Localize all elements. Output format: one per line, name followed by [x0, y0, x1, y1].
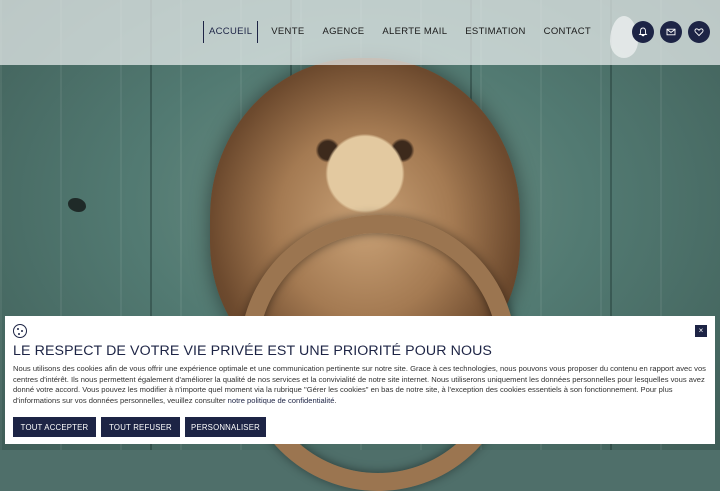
cookie-banner: × LE RESPECT DE VOTRE VIE PRIVÉE EST UNE… — [5, 316, 715, 444]
mail-button[interactable] — [660, 21, 682, 43]
site-header: ACCUEIL VENTE AGENCE ALERTE MAIL ESTIMAT… — [0, 0, 720, 65]
nav-item-estimation[interactable]: ESTIMATION — [459, 21, 531, 43]
accept-all-button[interactable]: TOUT ACCEPTER — [13, 417, 96, 437]
nav-item-agence[interactable]: AGENCE — [316, 21, 370, 43]
door-bolt — [68, 198, 86, 212]
privacy-policy-link[interactable]: notre politique de confidentialité — [228, 396, 335, 405]
cookie-actions: TOUT ACCEPTER TOUT REFUSER PERSONNALISER — [13, 417, 271, 437]
main-nav: ACCUEIL VENTE AGENCE ALERTE MAIL ESTIMAT… — [203, 21, 603, 43]
cookie-icon — [13, 324, 27, 338]
bell-icon — [638, 27, 648, 37]
cookie-text: Nous utilisons des cookies afin de vous … — [13, 364, 706, 405]
refuse-all-button[interactable]: TOUT REFUSER — [101, 417, 180, 437]
mail-icon — [666, 28, 676, 36]
nav-item-contact[interactable]: CONTACT — [538, 21, 597, 43]
customize-button[interactable]: PERSONNALISER — [185, 417, 266, 437]
nav-item-alerte-mail[interactable]: ALERTE MAIL — [376, 21, 453, 43]
cookie-close-button[interactable]: × — [695, 325, 707, 337]
nav-item-accueil[interactable]: ACCUEIL — [203, 21, 259, 43]
cookie-title: LE RESPECT DE VOTRE VIE PRIVÉE EST UNE P… — [13, 343, 492, 359]
cookie-description: Nous utilisons des cookies afin de vous … — [13, 364, 707, 406]
bell-button[interactable] — [632, 21, 654, 43]
favorites-button[interactable] — [688, 21, 710, 43]
nav-item-vente[interactable]: VENTE — [265, 21, 310, 43]
cookie-text-end: . — [334, 395, 337, 405]
heart-icon — [694, 28, 704, 37]
